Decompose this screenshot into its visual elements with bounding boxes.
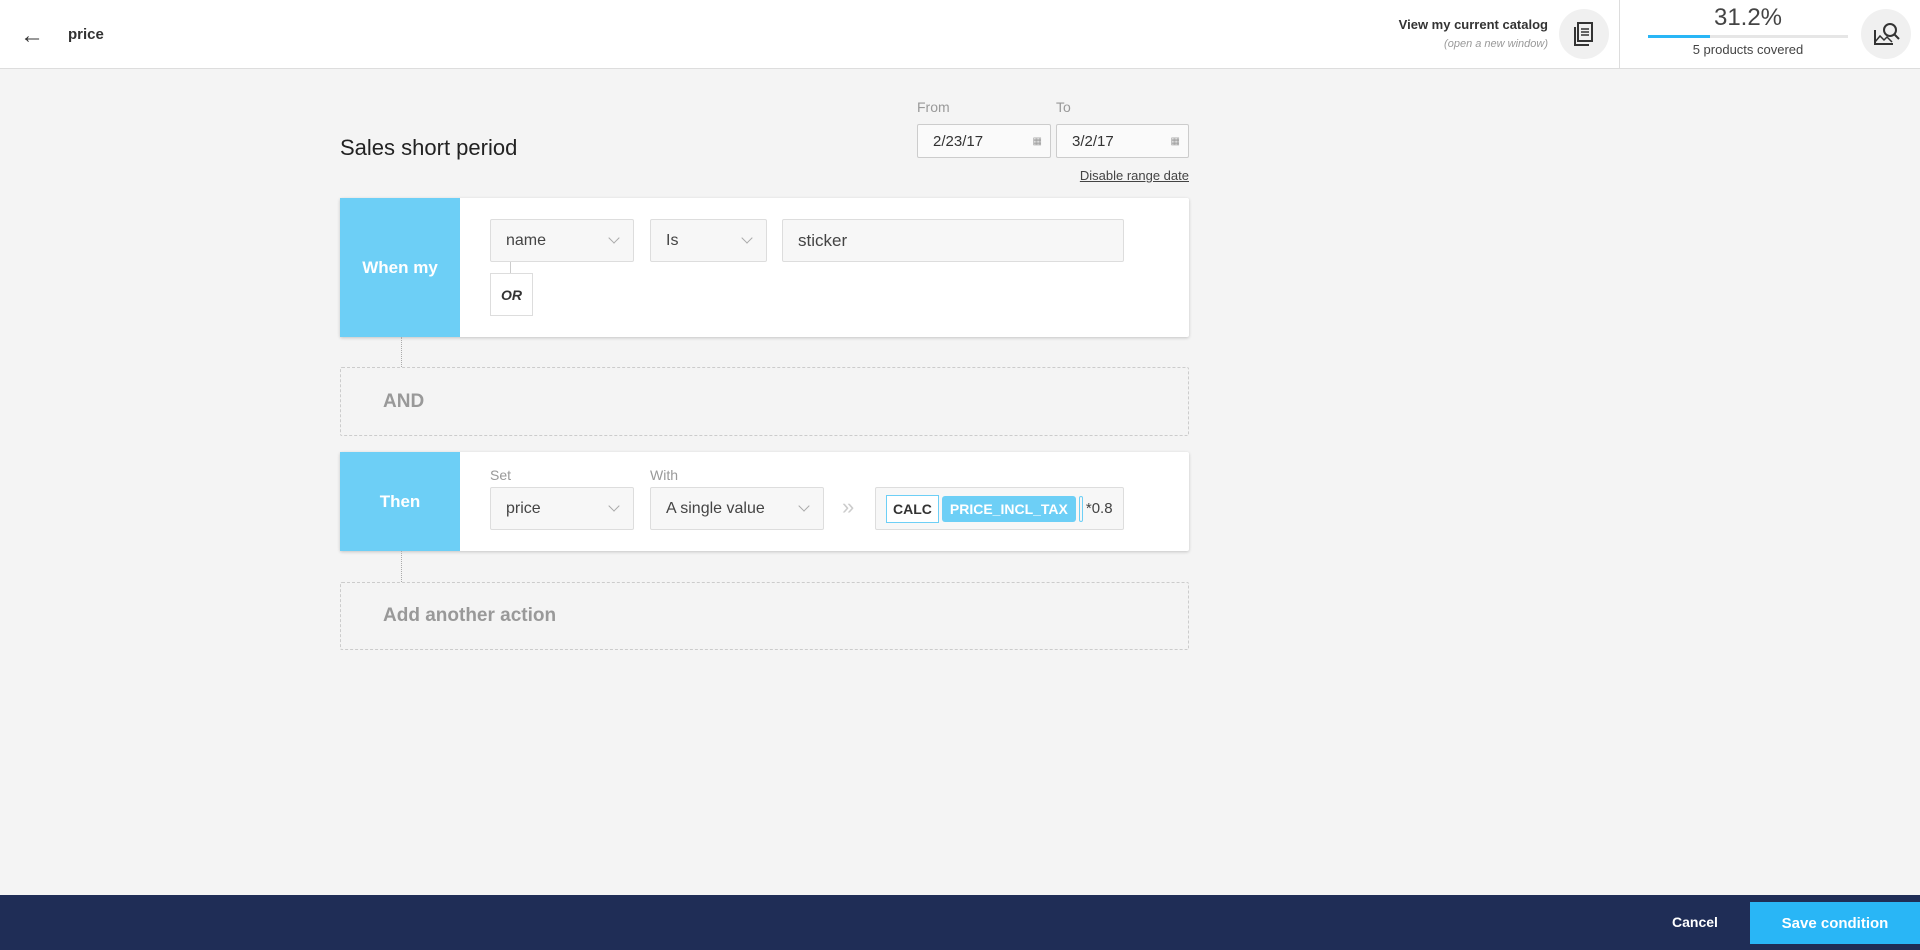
image-search-icon[interactable] xyxy=(1861,9,1911,59)
value-input[interactable]: sticker xyxy=(782,219,1124,262)
field-select-value: name xyxy=(506,231,547,249)
from-label: From xyxy=(917,99,950,115)
when-label: When my xyxy=(340,198,460,337)
catalog-link-label: View my current catalog xyxy=(1398,17,1548,32)
calc-input[interactable]: CALC PRICE_INCL_TAX *0.8 xyxy=(875,487,1124,530)
or-connector xyxy=(510,262,511,273)
then-card: Then Set With price A single value » CAL… xyxy=(340,452,1189,551)
set-label: Set xyxy=(490,467,512,483)
connector-line xyxy=(401,551,402,582)
rule-title: Sales short period xyxy=(340,135,518,160)
with-label: With xyxy=(650,467,678,483)
chevron-down-icon xyxy=(608,232,620,244)
expression-text: *0.8 xyxy=(1085,500,1112,517)
operator-select[interactable]: Is xyxy=(650,219,767,262)
disable-range-link[interactable]: Disable range date xyxy=(1080,168,1189,183)
variable-tag[interactable]: PRICE_INCL_TAX xyxy=(941,495,1076,522)
coverage-bar xyxy=(1648,35,1848,38)
page-title: price xyxy=(68,26,104,43)
text-cursor xyxy=(1078,495,1083,522)
save-condition-button[interactable]: Save condition xyxy=(1750,902,1920,944)
coverage-widget: 31.2% 5 products covered xyxy=(1648,4,1848,57)
with-select-value: A single value xyxy=(666,499,765,517)
connector-line xyxy=(401,337,402,367)
catalog-link-sub: (open a new window) xyxy=(1444,38,1548,50)
calendar-icon: ▦ xyxy=(1032,135,1042,147)
coverage-bar-fill xyxy=(1648,35,1711,38)
to-date-input[interactable]: 3/2/17 ▦ xyxy=(1056,124,1189,158)
document-icon[interactable] xyxy=(1559,9,1609,59)
chevron-down-icon xyxy=(798,500,810,512)
and-button[interactable]: AND xyxy=(340,367,1189,436)
view-catalog-link[interactable]: View my current catalog (open a new wind… xyxy=(1399,17,1548,50)
coverage-text: 5 products covered xyxy=(1692,42,1804,57)
or-button[interactable]: OR xyxy=(490,273,533,316)
chevron-down-icon xyxy=(608,500,620,512)
with-select[interactable]: A single value xyxy=(650,487,824,530)
coverage-percent: 31.2% xyxy=(1713,4,1783,31)
operator-select-value: Is xyxy=(666,231,679,249)
then-label: Then xyxy=(340,452,460,551)
calendar-icon: ▦ xyxy=(1170,135,1180,147)
cancel-button[interactable]: Cancel xyxy=(1672,914,1718,930)
value-input-text: sticker xyxy=(798,230,848,250)
back-arrow-icon[interactable]: ← xyxy=(20,22,44,50)
header-divider xyxy=(1619,0,1620,69)
header: ← price View my current catalog (open a … xyxy=(0,0,1920,69)
double-chevron-icon: » xyxy=(842,494,855,519)
from-date-value: 2/23/17 xyxy=(933,132,984,150)
to-date-value: 3/2/17 xyxy=(1072,132,1114,150)
set-select[interactable]: price xyxy=(490,487,634,530)
calc-tag: CALC xyxy=(886,494,939,523)
field-select[interactable]: name xyxy=(490,219,634,262)
from-date-input[interactable]: 2/23/17 ▦ xyxy=(917,124,1051,158)
footer: Cancel Save condition xyxy=(0,895,1920,950)
to-label: To xyxy=(1056,99,1071,115)
chevron-down-icon xyxy=(741,232,753,244)
set-select-value: price xyxy=(506,499,541,517)
when-card: When my name Is sticker OR xyxy=(340,198,1189,337)
add-action-button[interactable]: Add another action xyxy=(340,582,1189,650)
